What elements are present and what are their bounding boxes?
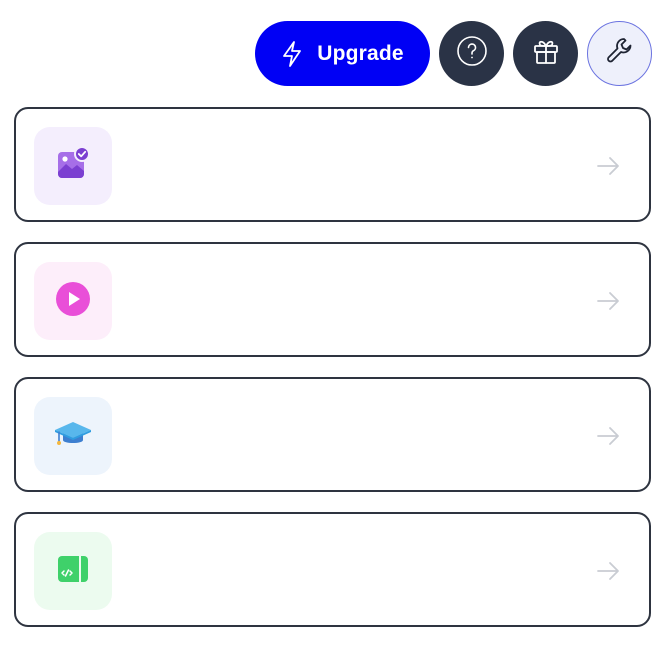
code-icon-tile (34, 532, 112, 610)
top-toolbar: Upgrade (0, 21, 665, 86)
lightning-bolt-icon (281, 40, 303, 68)
feature-card-video[interactable] (14, 242, 651, 357)
arrow-right-icon (595, 558, 621, 584)
arrow-right-icon (595, 153, 621, 179)
graduation-cap-icon (53, 416, 93, 457)
learn-icon-tile (34, 397, 112, 475)
feature-card-list (14, 107, 651, 647)
tools-button[interactable] (587, 21, 652, 86)
arrow-right-icon (595, 423, 621, 449)
upgrade-label: Upgrade (317, 41, 404, 65)
gift-button[interactable] (513, 21, 578, 86)
help-button[interactable] (439, 21, 504, 86)
code-panel-icon (55, 551, 91, 592)
video-icon-tile (34, 262, 112, 340)
feature-card-image[interactable] (14, 107, 651, 222)
image-check-icon (55, 145, 91, 187)
feature-card-learn[interactable] (14, 377, 651, 492)
gift-icon (531, 36, 561, 71)
arrow-right-icon (595, 288, 621, 314)
question-circle-icon (456, 35, 488, 72)
wrench-icon (604, 35, 636, 72)
upgrade-button[interactable]: Upgrade (255, 21, 430, 86)
feature-card-code[interactable] (14, 512, 651, 627)
play-circle-icon (55, 281, 91, 322)
image-icon-tile (34, 127, 112, 205)
